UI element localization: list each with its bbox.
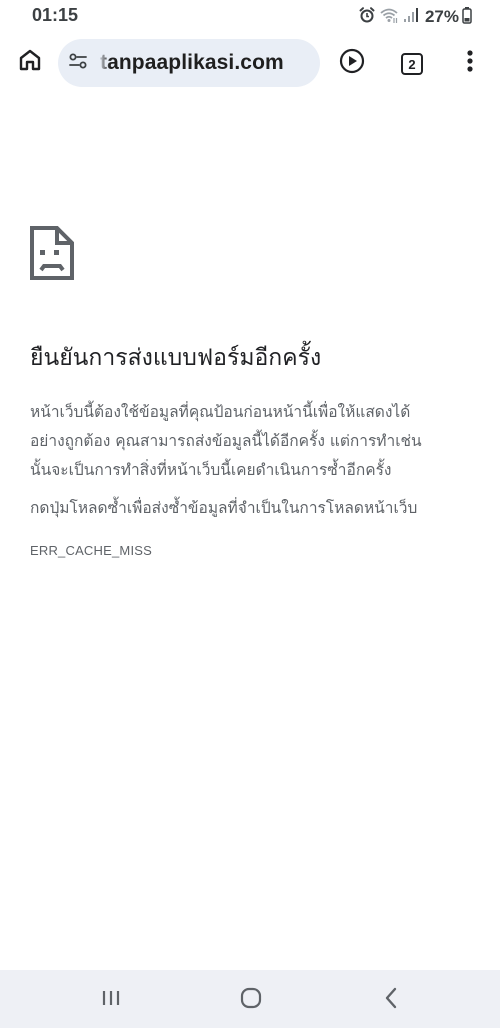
error-instruction: กดปุ่มโหลดซ้ำเพื่อส่งซ้ำข้อมูลที่จำเป็นใ… (30, 499, 418, 517)
home-button[interactable] (12, 44, 48, 80)
error-code[interactable]: ERR_CACHE_MISS (30, 543, 152, 558)
battery-icon (462, 6, 472, 28)
recents-icon (100, 988, 122, 1012)
omnibox[interactable]: tanpaaplikasi.com (58, 39, 320, 87)
browser-toolbar: tanpaaplikasi.com 2 (0, 32, 500, 94)
wifi-icon (379, 6, 399, 28)
error-description-line: หน้าเว็บนี้ต้องใช้ข้อมูลที่คุณป้อนก่อนหน… (30, 403, 411, 421)
signal-icon (402, 6, 420, 28)
play-icon (338, 47, 366, 79)
url-fade (98, 49, 110, 77)
site-info-button[interactable] (64, 49, 92, 77)
url-text[interactable]: tanpaaplikasi.com (100, 51, 284, 75)
home-circle-icon (239, 986, 263, 1014)
status-bar: 01:15 27% (0, 0, 500, 32)
status-icons: 27% (358, 6, 472, 28)
alarm-icon (358, 6, 376, 28)
tab-count: 2 (408, 56, 416, 72)
error-description-line: อย่างถูกต้อง คุณสามารถส่งข้อมูลนี้ได้อีก… (30, 432, 422, 450)
error-description: หน้าเว็บนี้ต้องใช้ข้อมูลที่คุณป้อนก่อนหน… (30, 398, 480, 485)
tab-switcher-icon: 2 (401, 53, 423, 75)
sad-page-icon (30, 226, 74, 280)
site-info-icon (67, 50, 89, 76)
error-title: ยืนยันการส่งแบบฟอร์มอีกครั้ง (30, 345, 322, 371)
back-button[interactable] (375, 984, 407, 1016)
home-icon (17, 47, 43, 77)
nav-home-button[interactable] (235, 984, 267, 1016)
more-menu-button[interactable] (458, 47, 482, 79)
play-button[interactable] (336, 47, 368, 79)
battery-percent: 27% (424, 7, 459, 26)
more-vert-icon (466, 49, 474, 77)
recents-button[interactable] (95, 984, 127, 1016)
tab-switcher-button[interactable]: 2 (397, 49, 427, 79)
status-time: 01:15 (32, 5, 79, 25)
system-nav-bar (0, 970, 500, 1028)
error-description-line: นั้นจะเป็นการทำสิ่งที่หน้าเว็บนี้เคยดำเน… (30, 461, 392, 479)
back-icon (381, 986, 401, 1014)
